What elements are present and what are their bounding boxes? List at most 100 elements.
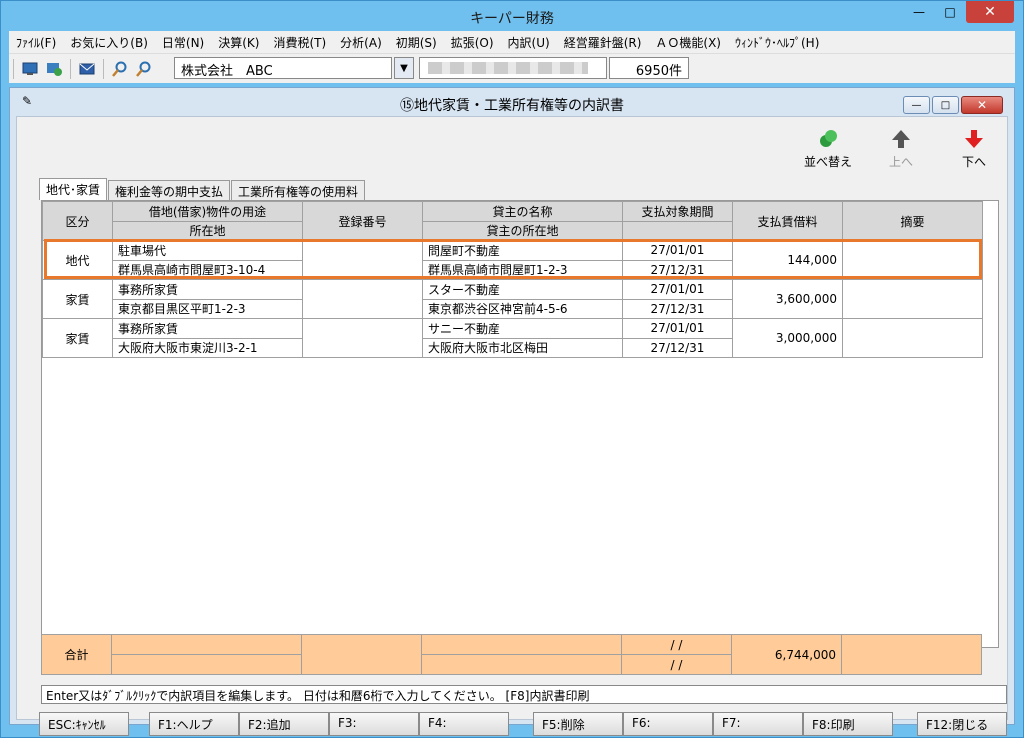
- menu-settlement[interactable]: 決算(K): [211, 34, 266, 51]
- cell-period-to[interactable]: 27/12/31: [622, 298, 733, 319]
- cell-regno[interactable]: [302, 318, 423, 358]
- f8-print-button[interactable]: F8:印刷: [803, 712, 893, 736]
- menu-extension[interactable]: 拡張(O): [444, 34, 501, 51]
- cell-period-from[interactable]: 27/01/01: [622, 240, 733, 261]
- cell-period-to[interactable]: 27/12/31: [622, 259, 733, 280]
- header-regno: 登録番号: [302, 201, 423, 241]
- sort-button[interactable]: 並べ替え: [793, 127, 863, 170]
- toolbar: 株式会社 ABC ▼ 6950件: [9, 53, 1015, 83]
- mail-icon: [79, 63, 95, 74]
- menu-ao[interactable]: ＡＯ機能(X): [648, 34, 728, 51]
- move-down-button[interactable]: 下へ: [939, 127, 1009, 170]
- menu-initial[interactable]: 初期(S): [389, 34, 444, 51]
- f12-close-button[interactable]: F12:閉じる: [917, 712, 1007, 736]
- f2-add-button[interactable]: F2:追加: [239, 712, 329, 736]
- cell-location[interactable]: 群馬県高崎市問屋町3-10-4: [112, 259, 303, 280]
- cell-memo[interactable]: [842, 318, 983, 358]
- menu-breakdown[interactable]: 内訳(U): [501, 34, 557, 51]
- cell-use[interactable]: 事務所家賃: [112, 279, 303, 300]
- mail-tool[interactable]: [76, 58, 98, 80]
- table-row[interactable]: 家賃 事務所家賃 サニー不動産 27/01/01 3,000,000: [42, 318, 983, 358]
- cell-lessor[interactable]: スター不動産: [422, 279, 623, 300]
- zoom-in-tool[interactable]: [109, 58, 131, 80]
- cell-memo[interactable]: [842, 279, 983, 319]
- total-blank: [421, 654, 622, 675]
- esc-cancel-button[interactable]: ESC:ｷｬﾝｾﾙ: [39, 712, 129, 736]
- cell-use[interactable]: 事務所家賃: [112, 318, 303, 339]
- minimize-button[interactable]: —: [904, 1, 934, 23]
- cell-period-from[interactable]: 27/01/01: [622, 318, 733, 339]
- total-label: 合計: [41, 634, 112, 675]
- tab-rent[interactable]: 地代･家賃: [39, 178, 108, 200]
- f4-button[interactable]: F4:: [419, 712, 509, 736]
- cell-period-to[interactable]: 27/12/31: [622, 337, 733, 358]
- f6-button[interactable]: F6:: [623, 712, 713, 736]
- refresh-tool[interactable]: [43, 58, 65, 80]
- menu-window-help[interactable]: ｳｨﾝﾄﾞｳ･ﾍﾙﾌﾟ(H): [728, 34, 826, 51]
- arrow-up-icon: [889, 127, 913, 151]
- cell-amount[interactable]: 144,000: [732, 240, 843, 280]
- maximize-icon: □: [944, 5, 956, 19]
- cell-use[interactable]: 駐車場代: [112, 240, 303, 261]
- cell-memo[interactable]: [842, 240, 983, 280]
- cell-period-from[interactable]: 27/01/01: [622, 279, 733, 300]
- cell-regno[interactable]: [302, 279, 423, 319]
- child-maximize-button[interactable]: □: [932, 96, 959, 114]
- cell-amount[interactable]: 3,600,000: [732, 279, 843, 319]
- move-down-label: 下へ: [961, 155, 986, 169]
- table-row[interactable]: 家賃 事務所家賃 スター不動産 27/01/01 3,600,000: [42, 279, 983, 319]
- menu-favorites[interactable]: お気に入り(B): [63, 34, 155, 51]
- cell-kubun[interactable]: 家賃: [42, 318, 113, 358]
- cell-kubun[interactable]: 家賃: [42, 279, 113, 319]
- tab-key-money[interactable]: 権利金等の期中支払: [108, 180, 231, 200]
- menu-analysis[interactable]: 分析(A): [333, 34, 389, 51]
- cell-lessor-addr[interactable]: 大阪府大阪市北区梅田: [422, 337, 623, 358]
- cell-regno[interactable]: [302, 240, 423, 280]
- menu-daily[interactable]: 日常(N): [155, 34, 211, 51]
- table-row[interactable]: 地代 駐車場代 問屋町不動産 27/01/01 144,000: [42, 240, 983, 280]
- cell-lessor-addr[interactable]: 群馬県高崎市問屋町1-2-3: [422, 259, 623, 280]
- minimize-icon: —: [911, 99, 922, 111]
- f5-delete-button[interactable]: F5:削除: [533, 712, 623, 736]
- title-bar[interactable]: キーパー財務 — □ ✕: [1, 1, 1023, 31]
- cell-lessor[interactable]: サニー不動産: [422, 318, 623, 339]
- company-select[interactable]: 株式会社 ABC: [174, 57, 392, 79]
- menu-file[interactable]: ﾌｧｲﾙ(F): [9, 34, 63, 51]
- total-amount: 6,744,000: [731, 634, 842, 675]
- f3-button[interactable]: F3:: [329, 712, 419, 736]
- main-window: キーパー財務 — □ ✕ ﾌｧｲﾙ(F) お気に入り(B) 日常(N) 決算(K…: [0, 0, 1024, 738]
- chevron-down-icon: ▼: [400, 62, 408, 74]
- status-message: Enter又はﾀﾞﾌﾞﾙｸﾘｯｸで内訳項目を編集します。 日付は和暦6桁で入力し…: [41, 685, 1007, 704]
- child-title-bar[interactable]: ✎ ⑮地代家賃・工業所有権等の内訳書 — □ ✕: [10, 88, 1014, 116]
- tab-strip: 地代･家賃 権利金等の期中支払 工業所有権等の使用料: [39, 178, 366, 200]
- child-minimize-button[interactable]: —: [903, 96, 930, 114]
- cell-location[interactable]: 大阪府大阪市東淀川3-2-1: [112, 337, 303, 358]
- toolbar-grip: [13, 58, 14, 79]
- cell-kubun[interactable]: 地代: [42, 240, 113, 280]
- menu-compass[interactable]: 経営羅針盤(R): [557, 34, 649, 51]
- header-lessor-addr: 貸主の所在地: [422, 220, 623, 241]
- total-row: 合計 / / 6,744,000 / /: [41, 634, 982, 676]
- company-dropdown-button[interactable]: ▼: [394, 57, 414, 79]
- sort-icon: [816, 127, 840, 151]
- child-title: ⑮地代家賃・工業所有権等の内訳書: [400, 98, 624, 114]
- move-up-button[interactable]: 上へ: [866, 127, 936, 170]
- f1-help-button[interactable]: F1:ヘルプ: [149, 712, 239, 736]
- breakdown-table: 区分 借地(借家)物件の用途 登録番号 貸主の名称 支払対象期間 支払賃借料 摘…: [42, 201, 983, 358]
- breakdown-child-window: ✎ ⑮地代家賃・工業所有権等の内訳書 — □ ✕ 並べ替え 上へ 下へ 地代･家…: [9, 87, 1015, 736]
- menu-tax[interactable]: 消費税(T): [266, 34, 333, 51]
- cell-lessor-addr[interactable]: 東京都渋谷区神宮前4-5-6: [422, 298, 623, 319]
- toolbar-separator: [70, 58, 71, 79]
- monitor-icon: [22, 62, 38, 75]
- maximize-button[interactable]: □: [936, 1, 964, 23]
- cell-location[interactable]: 東京都目黒区平町1-2-3: [112, 298, 303, 319]
- f7-button[interactable]: F7:: [713, 712, 803, 736]
- zoom-out-tool[interactable]: [133, 58, 155, 80]
- cell-amount[interactable]: 3,000,000: [732, 318, 843, 358]
- total-blank: [421, 634, 622, 655]
- cell-lessor[interactable]: 問屋町不動産: [422, 240, 623, 261]
- close-button[interactable]: ✕: [966, 1, 1014, 23]
- tab-royalty[interactable]: 工業所有権等の使用料: [231, 180, 366, 200]
- monitor-tool[interactable]: [19, 58, 41, 80]
- child-close-button[interactable]: ✕: [961, 96, 1003, 114]
